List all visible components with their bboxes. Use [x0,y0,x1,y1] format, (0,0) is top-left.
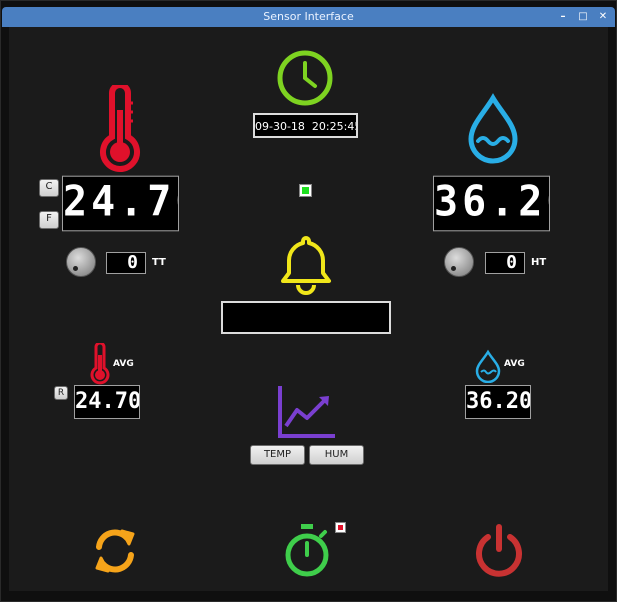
humidity-drop-icon [468,93,518,164]
humidity-threshold-display: 0 [485,252,525,274]
window-title: Sensor Interface [263,10,354,23]
temp-graph-button[interactable]: TEMP [250,445,305,465]
main-panel: 09-30-18 20:25:45 C F 24.70 36.20 0 TT [9,27,608,591]
temperature-threshold-knob[interactable] [66,247,96,277]
celsius-button[interactable]: C [39,179,59,197]
humidity-threshold-label: HT [531,257,547,268]
temperature-display: 24.70 [62,175,179,232]
thermometer-icon [100,85,140,172]
hum-graph-button[interactable]: HUM [309,445,364,465]
window-controls: – □ ✕ [557,7,609,27]
minimize-button[interactable]: – [557,11,569,23]
graph-icon [278,386,335,438]
stopwatch-icon[interactable] [281,522,333,580]
temperature-avg-label: AVG [113,359,134,369]
bell-icon [281,236,331,295]
app-window: Sensor Interface – □ ✕ 09-30-18 20:25:45… [0,0,617,602]
clock-icon [277,50,333,106]
timer-led [335,522,346,533]
temperature-threshold-display: 0 [106,252,146,274]
humidity-avg-label: AVG [504,359,525,369]
close-button[interactable]: ✕ [597,11,609,23]
temperature-threshold-label: TT [152,257,166,268]
fahrenheit-button[interactable]: F [39,211,59,229]
refresh-icon[interactable] [91,525,139,577]
humidity-avg-display: 36.20 [465,385,531,419]
status-led [299,184,312,197]
alarm-message-box [221,301,391,334]
reset-avg-button[interactable]: R [54,386,68,400]
datetime-text: 09-30-18 20:25:45 [255,120,358,133]
title-bar[interactable]: Sensor Interface – □ ✕ [2,7,615,27]
maximize-button[interactable]: □ [577,11,589,23]
humidity-display: 36.20 [433,175,550,232]
humidity-threshold-knob[interactable] [444,247,474,277]
temperature-avg-display: 24.70 [74,385,140,419]
avg-thermometer-icon [90,343,110,385]
datetime-display: 09-30-18 20:25:45 [253,113,358,138]
power-icon[interactable] [473,523,525,579]
avg-humidity-drop-icon [475,349,501,383]
